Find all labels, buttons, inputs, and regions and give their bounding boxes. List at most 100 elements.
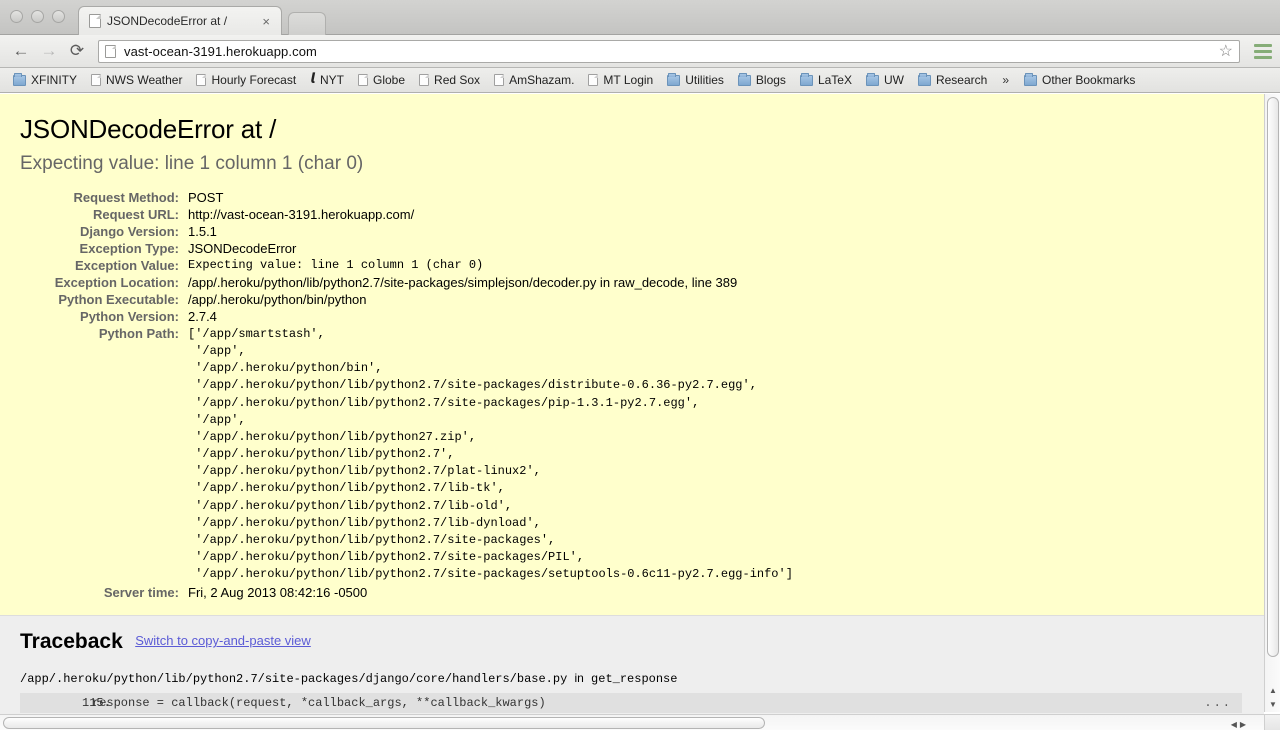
row-label: Python Version: [80,309,179,324]
row-value: 1.5.1 [188,224,217,239]
bookmark-other-bookmarks[interactable]: Other Bookmarks [1017,72,1142,87]
table-row: Exception Location: /app/.heroku/python/… [20,274,793,291]
resize-grip[interactable] [1264,714,1280,730]
page-icon [419,74,430,86]
bookmarks-bar: XFINITY NWS Weather Hourly Forecast 𝙡 NY… [0,68,1280,93]
page-icon [196,74,207,86]
tab-strip: JSONDecodeError at / × [0,0,1280,35]
browser-tab-active[interactable]: JSONDecodeError at / × [78,6,282,35]
row-value: http://vast-ocean-3191.herokuapp.com/ [188,207,415,222]
code-line-text: response = callback(request, *callback_a… [92,696,546,711]
traceback-frame-file: /app/.heroku/python/lib/python2.7/site-p… [20,671,1244,686]
bookmark-globe[interactable]: Globe [351,73,412,87]
vertical-scrollbar-thumb[interactable] [1267,97,1279,657]
bookmark-nyt[interactable]: 𝙡 NYT [303,73,351,88]
bookmark-research[interactable]: Research [911,72,994,87]
table-row: Django Version: 1.5.1 [20,223,793,240]
bookmark-label: NYT [320,73,344,87]
switch-to-copy-paste-view-link[interactable]: Switch to copy-and-paste view [135,633,311,648]
back-icon[interactable]: ← [8,38,34,64]
folder-icon [667,72,681,86]
traceback-panel: Traceback Switch to copy-and-paste view … [0,616,1264,714]
scroll-up-icon[interactable]: ▲ [1266,683,1280,697]
code-line[interactable]: 115.response = callback(request, *callba… [20,693,1242,714]
row-label: Exception Location: [54,275,179,290]
error-summary-panel: JSONDecodeError at / Expecting value: li… [0,94,1264,617]
folder-icon [737,72,751,86]
row-label: Django Version: [80,224,179,239]
page-viewport: JSONDecodeError at / Expecting value: li… [0,94,1280,730]
tab-title: JSONDecodeError at / [107,14,228,28]
bookmark-star-icon[interactable]: ☆ [1219,41,1233,61]
bookmark-red-sox[interactable]: Red Sox [412,73,487,87]
zoom-window-button[interactable] [52,10,65,23]
row-value: /app/.heroku/python/lib/python2.7/site-p… [188,275,738,290]
row-value: POST [188,190,224,205]
bookmark-label: XFINITY [31,73,78,87]
traceback-code-context: 115.response = callback(request, *callba… [20,693,1244,714]
table-row: Python Version: 2.7.4 [20,308,793,325]
page-icon [91,74,102,86]
row-label: Python Executable: [58,292,179,307]
row-label: Exception Value: [74,258,179,273]
new-tab-button[interactable] [288,12,326,35]
bookmark-uw[interactable]: UW [859,72,911,87]
table-row: Request URL: http://vast-ocean-3191.hero… [20,206,793,223]
traceback-heading: Traceback [20,630,123,654]
page-icon [89,14,101,28]
minimize-window-button[interactable] [31,10,44,23]
bookmark-hourly-forecast[interactable]: Hourly Forecast [189,73,303,87]
python-path-value: ['/app/smartstash', '/app', '/app/.herok… [188,327,793,582]
frame-function: get_response [591,672,678,687]
bookmark-label: UW [883,73,904,87]
bookmarks-overflow-icon[interactable]: » [994,73,1017,87]
browser-toolbar: ← → ⟳ vast-ocean-3191.herokuapp.com ☆ [0,35,1280,68]
row-value: Fri, 2 Aug 2013 08:42:16 -0500 [188,585,368,601]
table-row-python-path: Python Path: ['/app/smartstash', '/app',… [20,325,793,584]
row-value: JSONDecodeError [188,241,297,256]
bookmark-latex[interactable]: LaTeX [793,72,859,87]
ellipsis-icon: ... [1204,696,1232,711]
bookmark-xfinity[interactable]: XFINITY [6,72,84,87]
close-window-button[interactable] [10,10,23,23]
bookmark-amshazam[interactable]: AmShazam. [487,73,581,87]
request-info-table: Request Method: POST Request URL: http:/… [20,189,793,601]
code-line-number: 115. [82,696,111,711]
folder-icon [865,72,879,86]
bookmark-label: Globe [373,73,406,87]
bookmark-label: Blogs [755,73,786,87]
bookmark-label: AmShazam. [509,73,575,87]
table-row: Request Method: POST [20,189,793,206]
bookmark-label: Utilities [685,73,724,87]
browser-window: JSONDecodeError at / × ← → ⟳ vast-ocean-… [0,0,1280,730]
scroll-left-icon[interactable]: ◀ [1231,720,1237,729]
bookmark-mt-login[interactable]: MT Login [581,73,660,87]
page-title: JSONDecodeError at / [20,114,277,144]
chrome-menu-icon[interactable] [1254,43,1272,59]
bookmark-label: NWS Weather [106,73,183,87]
bookmark-utilities[interactable]: Utilities [660,72,731,87]
page-icon [588,74,599,86]
row-label: Request Method: [73,190,179,205]
scroll-right-icon[interactable]: ▶ [1240,720,1246,729]
folder-icon [13,72,26,86]
bookmark-label: Other Bookmarks [1042,73,1136,87]
url-text: vast-ocean-3191.herokuapp.com [124,43,317,59]
page-subtitle: Expecting value: line 1 column 1 (char 0… [20,153,364,174]
reload-icon[interactable]: ⟳ [64,38,90,64]
forward-icon[interactable]: → [36,38,62,64]
page-icon [494,74,505,86]
horizontal-scrollbar-thumb[interactable] [3,717,765,729]
table-row: Exception Value: Expecting value: line 1… [20,257,793,274]
row-label: Python Path: [98,326,179,341]
vertical-scrollbar[interactable]: ▲ ▼ [1264,94,1280,712]
scroll-down-icon[interactable]: ▼ [1266,697,1280,711]
row-label: Exception Type: [79,241,179,256]
bookmark-label: MT Login [603,73,654,87]
table-row-server-time: Server time: Fri, 2 Aug 2013 08:42:16 -0… [20,584,793,601]
address-bar[interactable]: vast-ocean-3191.herokuapp.com ☆ [98,39,1240,63]
bookmark-blogs[interactable]: Blogs [731,72,793,87]
horizontal-scrollbar[interactable]: ◀ ▶ [0,714,1264,730]
close-icon[interactable]: × [257,14,275,29]
bookmark-nws-weather[interactable]: NWS Weather [84,73,189,87]
